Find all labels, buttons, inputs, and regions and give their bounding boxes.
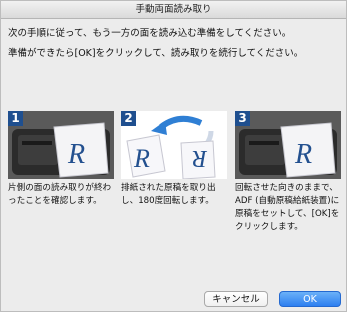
steps-panel: 1 R 片側の面の読み取りが終わったことを確認します。 2 R R 排紙された原… (8, 111, 341, 232)
cancel-button[interactable]: キャンセル (204, 291, 268, 307)
instruction-line-1: 次の手順に従って、もう一方の面を読み込む準備をしてください。 (8, 28, 292, 39)
step-3-illustration: 3 R (235, 111, 341, 179)
svg-text:R: R (67, 139, 85, 170)
step-1-number: 1 (8, 111, 23, 126)
step-2-number: 2 (121, 111, 136, 126)
svg-text:R: R (192, 145, 208, 171)
step-2-illustration: 2 R R (121, 111, 227, 179)
step-1-illustration: 1 R (8, 111, 114, 179)
manual-duplex-scan-dialog: 手動両面読み取り 次の手順に従って、もう一方の面を読み込む準備をしてください。 … (0, 0, 347, 312)
svg-text:R: R (133, 144, 150, 173)
rotate-document-icon: R R (121, 111, 227, 179)
step-3-text: 回転させた向きのままで、ADF (自動原稿給紙装置)に原稿をセットして、[OK]… (235, 183, 340, 232)
scanner-with-page-icon: R (235, 111, 341, 179)
window-title: 手動両面読み取り (1, 1, 346, 19)
scanner-with-page-icon: R (8, 111, 114, 179)
svg-text:R: R (294, 139, 312, 170)
step-1-text: 片側の面の読み取りが終わったことを確認します。 (8, 183, 112, 206)
step-2-text: 排紙された原稿を取り出し、180度回転します。 (121, 183, 216, 206)
step-3-number: 3 (235, 111, 250, 126)
instruction-line-2: 準備ができたら[OK]をクリックして、読み取りを続行してください。 (8, 48, 304, 59)
ok-button[interactable]: OK (279, 291, 341, 307)
